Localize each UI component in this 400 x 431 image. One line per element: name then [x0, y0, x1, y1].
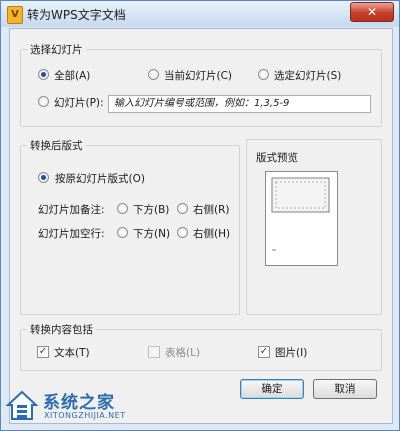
checkbox-image[interactable]: ✓ — [258, 346, 270, 358]
radio-original-layout[interactable] — [38, 172, 49, 183]
close-button[interactable]: ✕ — [350, 2, 394, 22]
checkbox-image-label[interactable]: 图片(I) — [275, 345, 307, 360]
radio-selected-label[interactable]: 选定幻灯片(S) — [274, 68, 341, 83]
layout-preview-page — [265, 171, 338, 266]
select-slides-legend: 选择幻灯片 — [27, 42, 86, 57]
house-logo-icon — [5, 390, 39, 420]
radio-current-label[interactable]: 当前幻灯片(C) — [164, 68, 232, 83]
radio-blank-below-label[interactable]: 下方(N) — [133, 226, 170, 241]
layout-preview-title: 版式预览 — [256, 152, 298, 164]
checkbox-table[interactable] — [148, 346, 160, 358]
layout-preview-group: 版式预览 — [246, 139, 382, 315]
slide-thumbnail-icon — [271, 177, 330, 251]
select-slides-group: 选择幻灯片 全部(A) 当前幻灯片(C) 选定幻灯片(S) 幻灯片(P): — [20, 42, 382, 127]
radio-blank-below[interactable] — [117, 227, 128, 238]
watermark-url: XITONGZHIJIA.NET — [44, 411, 126, 420]
notes-label: 幻灯片加备注: — [38, 204, 105, 216]
checkbox-text[interactable]: ✓ — [37, 346, 49, 358]
content-group: 转换内容包括 ✓ 文本(T) 表格(L) ✓ 图片(I) — [20, 322, 382, 371]
radio-notes-below[interactable] — [117, 203, 128, 214]
blank-lines-label: 幻灯片加空行: — [38, 228, 105, 240]
cancel-button[interactable]: 取消 — [313, 379, 377, 399]
content-legend: 转换内容包括 — [27, 322, 96, 337]
radio-blank-right[interactable] — [177, 227, 188, 238]
watermark: 系统之家 XITONGZHIJIA.NET — [3, 384, 173, 428]
ok-button[interactable]: 确定 — [240, 379, 304, 399]
dialog-title: 转为WPS文字文档 — [27, 8, 126, 22]
radio-current-slide[interactable] — [148, 69, 159, 80]
radio-blank-right-label[interactable]: 右侧(H) — [193, 226, 230, 241]
wps-app-icon: V — [7, 6, 23, 24]
watermark-name: 系统之家 — [43, 393, 115, 413]
radio-notes-below-label[interactable]: 下方(B) — [133, 202, 169, 217]
output-layout-legend: 转换后版式 — [27, 138, 86, 153]
dialog-body: 选择幻灯片 全部(A) 当前幻灯片(C) 选定幻灯片(S) 幻灯片(P): 输入… — [9, 28, 393, 424]
checkbox-text-label[interactable]: 文本(T) — [54, 345, 90, 360]
close-icon: ✕ — [366, 5, 378, 19]
radio-slide-range-label[interactable]: 幻灯片(P): — [54, 95, 104, 110]
slide-range-input[interactable]: 输入幻灯片编号或范围，例如：1,3,5-9 — [108, 95, 371, 113]
checkbox-table-label[interactable]: 表格(L) — [165, 345, 200, 360]
radio-all-label[interactable]: 全部(A) — [54, 68, 90, 83]
title-bar[interactable]: V 转为WPS文字文档 ✕ — [1, 1, 399, 27]
radio-all-slides[interactable] — [38, 69, 49, 80]
radio-notes-right[interactable] — [177, 203, 188, 214]
radio-original-layout-label[interactable]: 按原幻灯片版式(O) — [55, 171, 145, 186]
radio-notes-right-label[interactable]: 右侧(R) — [193, 202, 230, 217]
radio-slide-range[interactable] — [38, 96, 49, 107]
dialog-window: V 转为WPS文字文档 ✕ 选择幻灯片 全部(A) 当前幻灯片(C) 选定幻灯片… — [0, 0, 400, 431]
output-layout-group: 转换后版式 按原幻灯片版式(O) 幻灯片加备注: 下方(B) 右侧(R) 幻灯片… — [20, 138, 240, 315]
radio-selected-slides[interactable] — [258, 69, 269, 80]
